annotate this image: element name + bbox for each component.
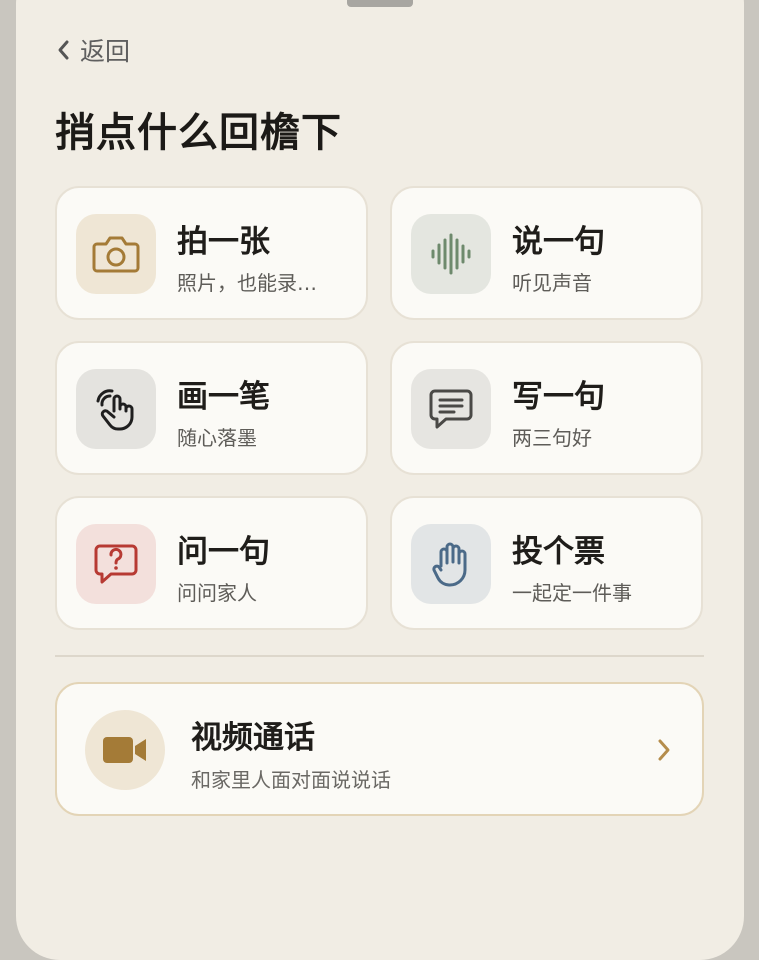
back-label: 返回 (80, 37, 131, 66)
sheet-panel: 返回 捎点什么回檐下 拍一张 照片，也能录… 说一句 听见声音 画一笔 随心落墨… (16, 0, 744, 960)
chevron-right-icon (658, 739, 670, 761)
question-bubble-icon (94, 544, 138, 584)
icon-tile (411, 214, 491, 294)
video-call-subtitle: 和家里人面对面说说话 (191, 768, 391, 792)
card-title: 拍一张 (177, 224, 270, 260)
action-card-write[interactable]: 写一句 两三句好 (390, 341, 703, 475)
video-call-button[interactable]: 视频通话 和家里人面对面说说话 (55, 682, 704, 816)
camera-icon (92, 236, 140, 273)
message-icon (429, 389, 473, 429)
card-subtitle: 一起定一件事 (512, 581, 632, 605)
icon-tile (411, 524, 491, 604)
icon-tile (76, 214, 156, 294)
card-title: 写一句 (512, 379, 605, 415)
hand-draw-icon (96, 389, 134, 431)
card-subtitle: 两三句好 (512, 426, 592, 450)
raised-hand-icon (432, 542, 467, 587)
icon-tile (411, 369, 491, 449)
video-camera-icon (103, 737, 146, 763)
sound-wave-icon (431, 233, 471, 275)
back-button[interactable]: 返回 (54, 30, 130, 70)
action-card-draw[interactable]: 画一笔 随心落墨 (55, 341, 368, 475)
card-subtitle: 随心落墨 (177, 426, 257, 450)
video-call-title: 视频通话 (191, 720, 315, 756)
card-title: 画一笔 (177, 379, 270, 415)
action-card-voice[interactable]: 说一句 听见声音 (390, 186, 703, 320)
card-subtitle: 照片，也能录… (177, 271, 317, 295)
icon-tile (76, 369, 156, 449)
card-subtitle: 问问家人 (177, 581, 257, 605)
chevron-left-icon (58, 40, 69, 60)
page-title: 捎点什么回檐下 (55, 109, 342, 156)
card-title: 说一句 (512, 224, 605, 260)
action-card-vote[interactable]: 投个票 一起定一件事 (390, 496, 703, 630)
action-card-ask[interactable]: 问一句 问问家人 (55, 496, 368, 630)
card-title: 投个票 (512, 534, 605, 570)
card-subtitle: 听见声音 (512, 271, 592, 295)
action-card-photo[interactable]: 拍一张 照片，也能录… (55, 186, 368, 320)
icon-tile (76, 524, 156, 604)
card-title: 问一句 (177, 534, 270, 570)
video-icon-circle (85, 710, 165, 790)
section-divider (55, 655, 704, 657)
sheet-grabber[interactable] (347, 0, 413, 7)
